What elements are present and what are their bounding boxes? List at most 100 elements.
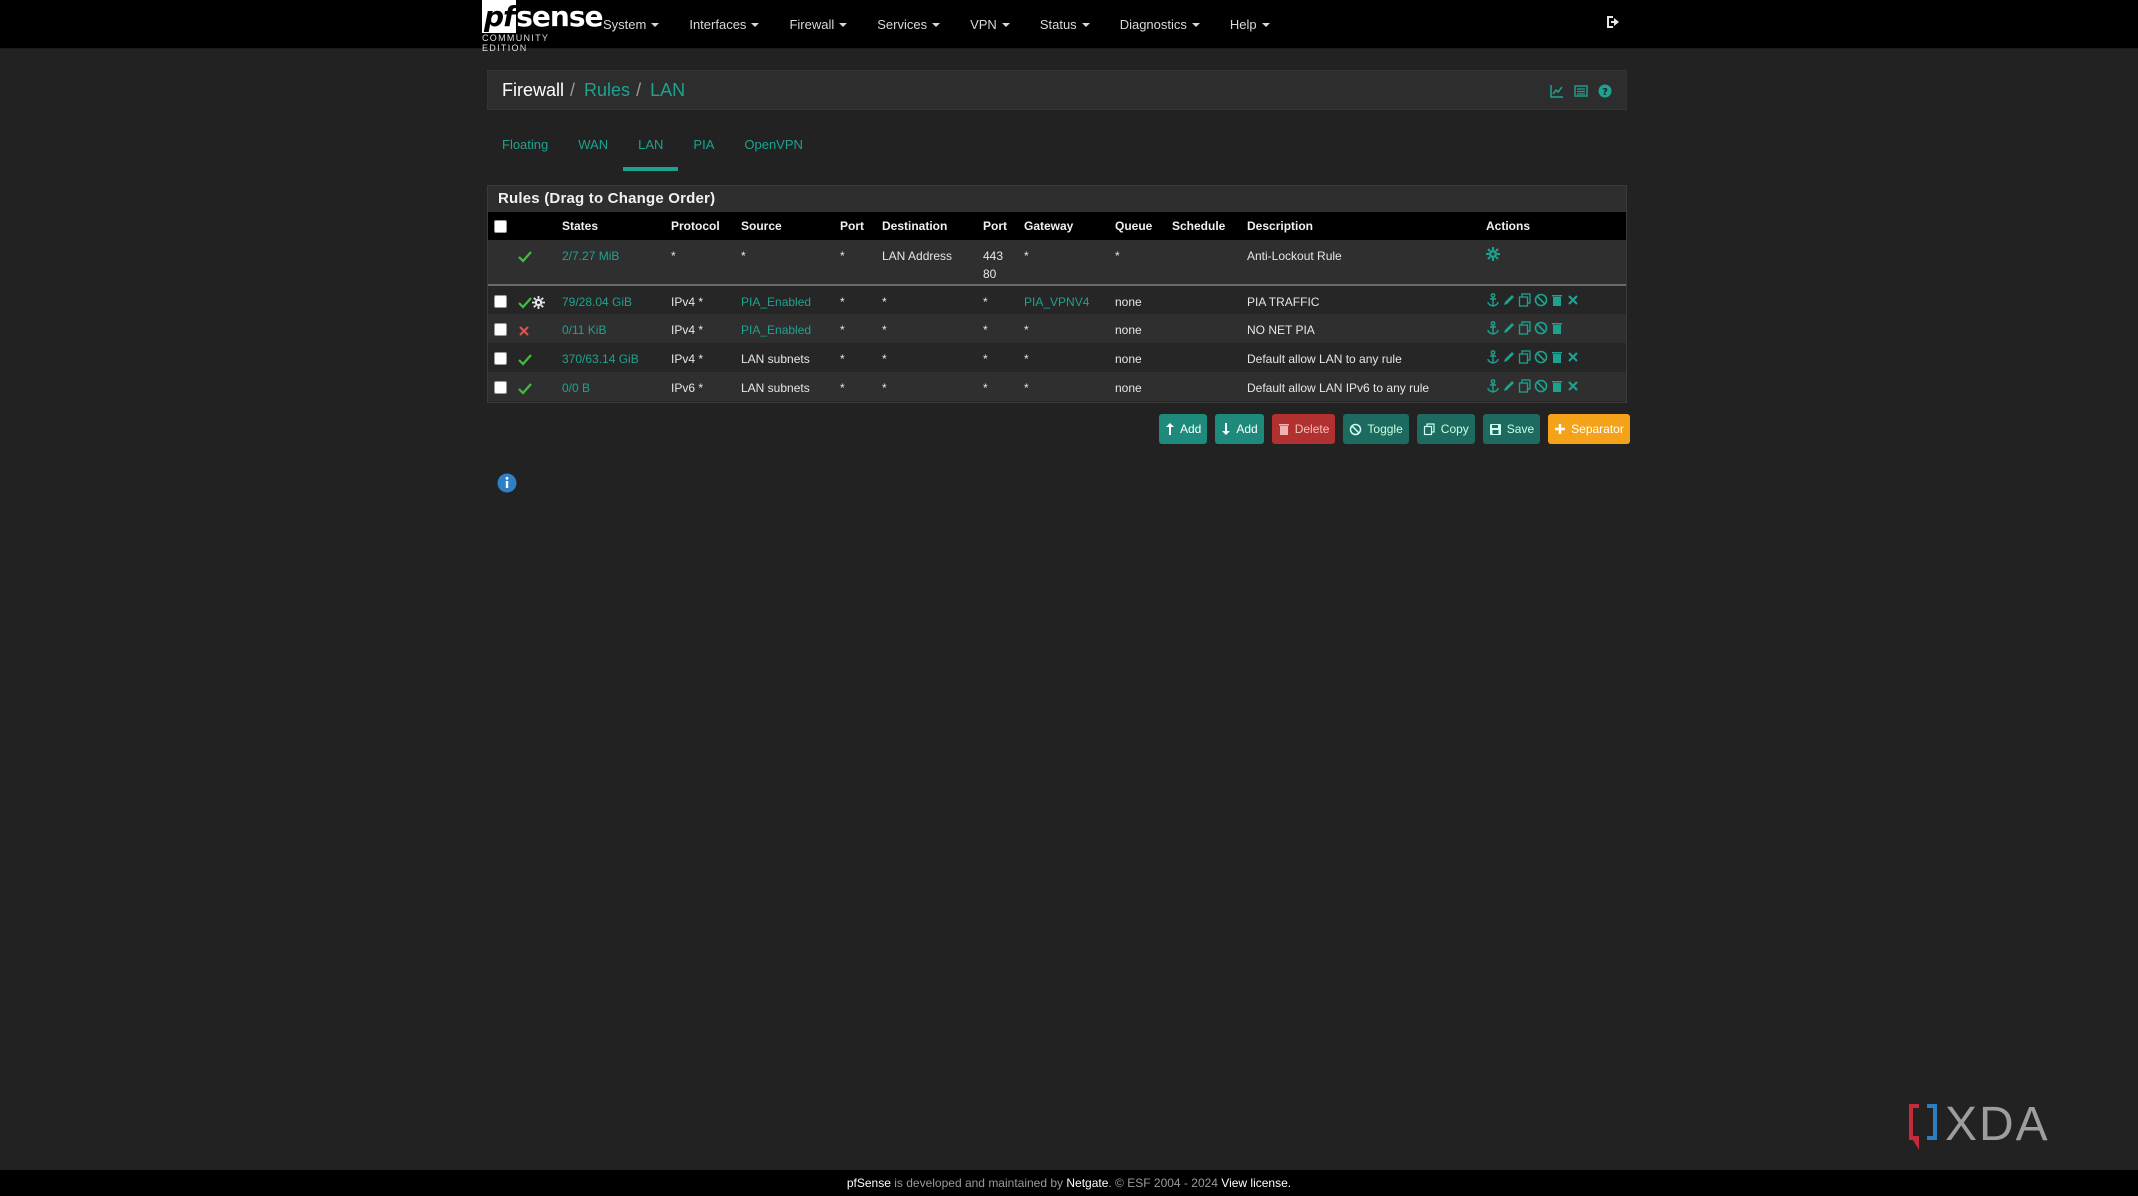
trash-icon[interactable] [1550,379,1565,394]
menu-diagnostics[interactable]: Diagnostics [1120,17,1200,32]
gateway-link[interactable]: PIA_VPNV4 [1024,286,1115,311]
source-port-cell: * [840,381,845,395]
select-all-checkbox[interactable] [494,220,507,234]
delete-button[interactable]: Delete [1271,414,1336,444]
table-row[interactable]: 0/11 KiB IPv4 * PIA_Enabled * * * * none… [488,314,1626,343]
copy-icon[interactable] [1518,379,1533,394]
copy-icon[interactable] [1518,321,1533,336]
footer-company-link[interactable]: Netgate [1066,1176,1108,1190]
caret-down-icon [1191,23,1200,28]
disable-ban-icon[interactable] [1534,293,1549,308]
anchor-icon[interactable] [1486,321,1501,336]
col-gateway: Gateway [1024,219,1074,233]
copy-button[interactable]: Copy [1416,414,1475,444]
anchor-icon[interactable] [1486,350,1501,365]
destination-cell: LAN Address [882,249,953,263]
dest-port-cell: 80 [983,267,997,281]
states-link[interactable]: 2/7.27 MiB [562,240,671,265]
queue-cell: none [1115,381,1142,395]
trash-icon[interactable] [1550,321,1565,336]
states-link[interactable]: 79/28.04 GiB [562,286,671,311]
check-icon [518,251,532,263]
table-row[interactable]: 79/28.04 GiB IPv4 * PIA_Enabled * * * PI… [488,285,1626,314]
row-checkbox[interactable] [494,352,507,365]
menu-vpn[interactable]: VPN [970,17,1010,32]
edit-pencil-icon[interactable] [1502,379,1517,394]
rules-heading: Rules (Drag to Change Order) [488,186,1626,212]
separator-button[interactable]: Separator [1548,414,1630,444]
queue-cell: none [1115,323,1142,337]
protocol-cell: IPv6 * [671,381,704,395]
help-icon[interactable]: ? [1598,84,1612,98]
col-schedule: Schedule [1172,219,1226,233]
breadcrumb-lan[interactable]: LAN [650,80,685,101]
caret-down-icon [1081,23,1090,28]
dest-port-cell: * [983,323,988,337]
edit-pencil-icon[interactable] [1502,293,1517,308]
close-x-icon[interactable] [1566,379,1581,394]
logo-wordmark: pfsense [482,0,603,33]
source-cell: LAN subnets [741,352,810,366]
menu-interfaces[interactable]: Interfaces [689,17,760,32]
chart-icon[interactable] [1550,84,1564,98]
menu-status[interactable]: Status [1040,17,1090,32]
disable-ban-icon[interactable] [1534,321,1549,336]
anchor-icon[interactable] [1486,379,1501,394]
save-button[interactable]: Save [1482,414,1541,444]
disable-ban-icon[interactable] [1534,350,1549,365]
protocol-cell: IPv4 * [671,323,704,337]
footer-license-link[interactable]: View license. [1221,1176,1291,1190]
table-row[interactable]: 370/63.14 GiB IPv4 * LAN subnets * * * *… [488,343,1626,372]
source-alias-link[interactable]: PIA_Enabled [741,314,840,339]
row-actions [1486,314,1626,336]
states-link[interactable]: 0/11 KiB [562,314,671,339]
gateway-cell: * [1024,323,1029,337]
menu-help[interactable]: Help [1230,17,1270,32]
sign-out-icon[interactable] [1605,14,1623,32]
gear-icon[interactable] [1486,247,1501,262]
states-link[interactable]: 370/63.14 GiB [562,343,671,368]
close-x-icon[interactable] [1566,350,1581,365]
table-row[interactable]: 2/7.27 MiB * * * LAN Address 443 80 * * A… [488,240,1626,285]
menu-firewall[interactable]: Firewall [789,17,848,32]
breadcrumb-rules[interactable]: Rules [584,80,630,101]
add-top-button[interactable]: Add [1159,414,1208,444]
row-checkbox[interactable] [494,295,507,308]
source-alias-link[interactable]: PIA_Enabled [741,286,840,311]
pfsense-logo[interactable]: pfsense COMMUNITY EDITION [482,0,603,53]
edit-pencil-icon[interactable] [1502,350,1517,365]
copy-icon[interactable] [1518,293,1533,308]
list-icon[interactable] [1574,84,1588,98]
table-row[interactable]: 0/0 B IPv6 * LAN subnets * * * * none De… [488,372,1626,401]
info-icon[interactable] [497,473,517,493]
trash-icon[interactable] [1550,293,1565,308]
trash-icon[interactable] [1550,350,1565,365]
protocol-cell: * [671,249,676,263]
breadcrumb-panel: Firewall / Rules / LAN ? [487,70,1627,110]
footer-product[interactable]: pfSense [847,1176,891,1190]
copy-icon[interactable] [1518,350,1533,365]
footer-copyright: . © ESF 2004 - 2024 [1108,1176,1222,1190]
breadcrumb-icons: ? [1550,84,1612,98]
col-destination: Destination [882,219,948,233]
source-port-cell: * [840,295,845,309]
add-bottom-button[interactable]: Add [1215,414,1264,444]
edit-pencil-icon[interactable] [1502,321,1517,336]
tab-wan[interactable]: WAN [563,122,623,170]
level-down-icon [1222,423,1231,435]
menu-services[interactable]: Services [877,17,941,32]
disable-ban-icon[interactable] [1534,379,1549,394]
gateway-cell: * [1024,352,1029,366]
schedule-cell [1172,240,1247,247]
tab-openvpn[interactable]: OpenVPN [729,122,818,170]
tab-floating[interactable]: Floating [487,122,563,170]
tab-lan[interactable]: LAN [623,122,679,171]
row-checkbox[interactable] [494,323,507,336]
anchor-icon[interactable] [1486,293,1501,308]
tab-pia[interactable]: PIA [678,122,729,170]
menu-system[interactable]: System [603,17,660,32]
row-checkbox[interactable] [494,381,507,394]
toggle-button[interactable]: Toggle [1343,414,1409,444]
close-x-icon[interactable] [1566,293,1581,308]
states-link[interactable]: 0/0 B [562,372,671,397]
